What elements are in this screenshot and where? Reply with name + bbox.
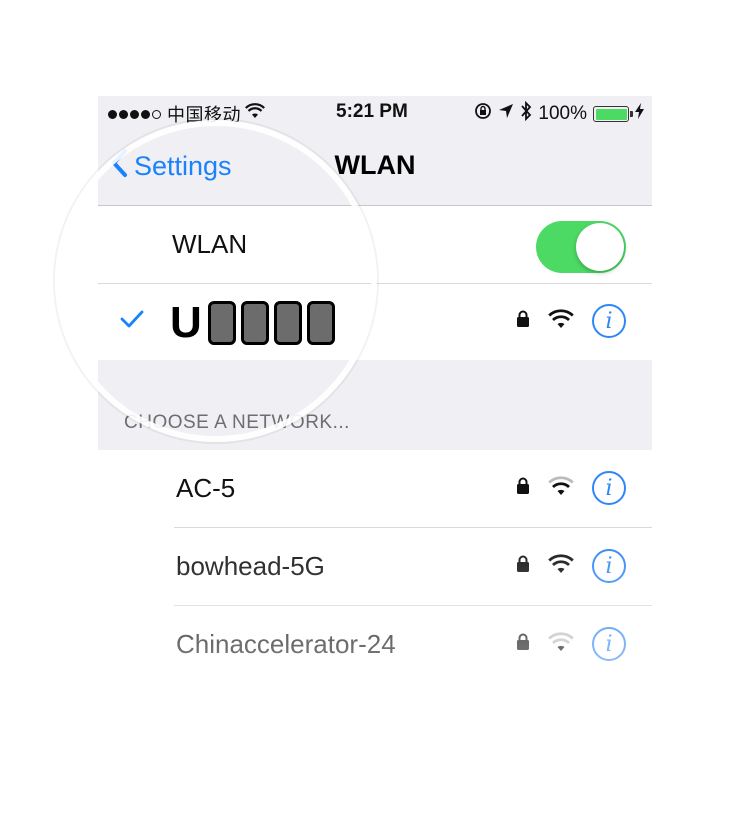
charging-icon	[635, 103, 644, 125]
battery-icon	[593, 106, 633, 122]
redacted-char	[240, 301, 269, 345]
wifi-strength-icon	[548, 631, 574, 657]
wifi-strength-icon	[548, 553, 574, 579]
wlan-group: WLAN U i	[98, 206, 652, 360]
carrier-label: 中国移动	[167, 105, 241, 125]
wifi-icon	[245, 103, 265, 125]
page-title: WLAN	[334, 150, 416, 180]
lock-icon	[516, 477, 530, 499]
redacted-char	[306, 301, 335, 345]
location-icon	[498, 103, 514, 125]
wifi-strength-icon	[548, 475, 574, 501]
list-item[interactable]: Chinaccelerator-24 i	[98, 606, 652, 682]
info-icon[interactable]: i	[592, 627, 626, 661]
phone-screen: 中国移动 5:21 PM 100% Settings WLAN WLAN U i…	[98, 96, 652, 694]
wlan-toggle-label: WLAN	[172, 228, 248, 259]
checkmark-icon	[120, 310, 144, 333]
wlan-toggle-row: WLAN	[98, 206, 652, 282]
current-network-row[interactable]: U i	[98, 284, 652, 360]
info-icon[interactable]: i	[592, 304, 626, 338]
lock-icon	[516, 310, 530, 332]
navigation-bar: Settings WLAN	[98, 130, 652, 206]
status-time: 5:21 PM	[336, 101, 408, 122]
rotation-lock-icon	[474, 102, 492, 126]
network-list: AC-5 i bowhead-5G i Chinaccelerator-24 i	[98, 450, 652, 694]
bluetooth-icon	[520, 100, 532, 127]
wifi-strength-icon	[548, 308, 574, 334]
section-header: CHOOSE A NETWORK...	[124, 412, 350, 433]
network-name: Chinaccelerator-24	[176, 628, 396, 659]
lock-icon	[516, 633, 530, 655]
redacted-char	[207, 301, 236, 345]
network-name: bowhead-5G	[176, 550, 325, 581]
ssid-prefix: U	[170, 298, 203, 347]
wlan-toggle-switch[interactable]	[536, 221, 626, 273]
current-network-ssid: U	[170, 298, 335, 348]
signal-dots-icon	[108, 109, 161, 119]
info-icon[interactable]: i	[592, 549, 626, 583]
list-item[interactable]: bowhead-5G i	[98, 528, 652, 604]
battery-percent: 100%	[538, 103, 587, 124]
status-bar: 中国移动 5:21 PM 100%	[98, 96, 652, 130]
info-icon[interactable]: i	[592, 471, 626, 505]
lock-icon	[516, 555, 530, 577]
network-name: AC-5	[176, 472, 236, 503]
redacted-char	[273, 301, 302, 345]
list-item[interactable]: AC-5 i	[98, 450, 652, 526]
